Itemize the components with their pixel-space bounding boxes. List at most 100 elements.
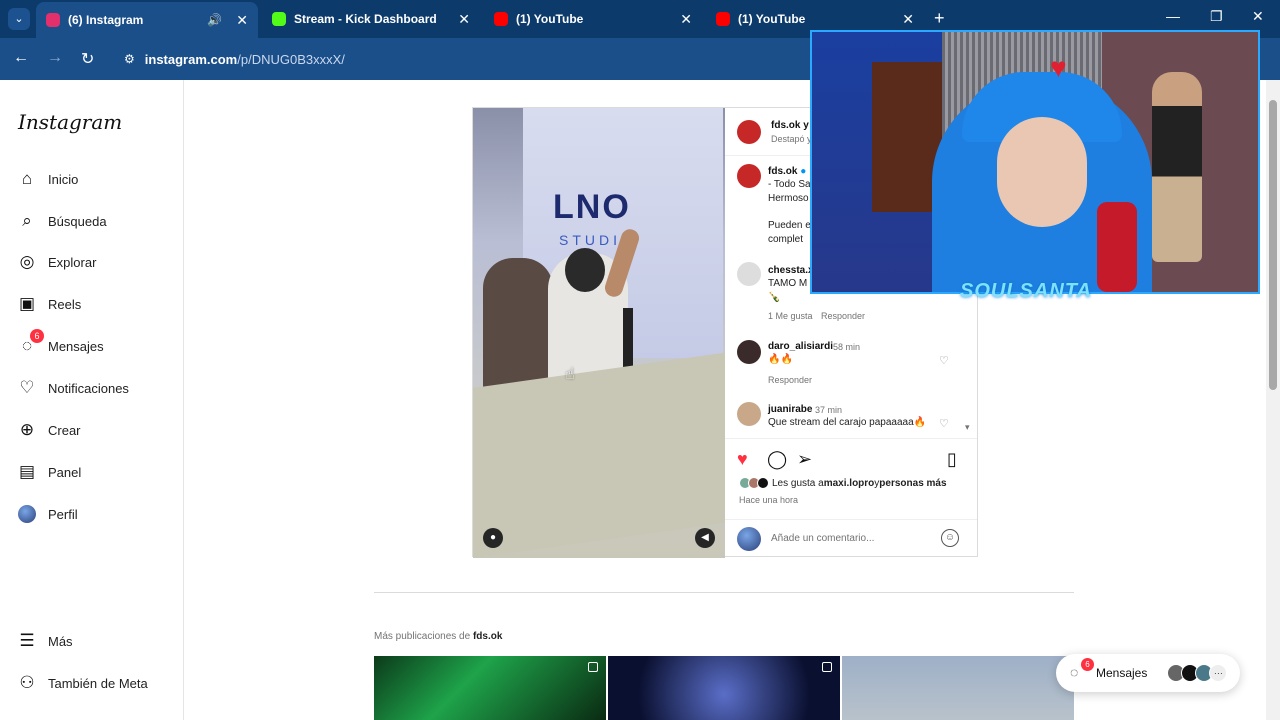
meta-icon: ⚇ (19, 673, 35, 692)
desk (473, 352, 725, 558)
sidebar-item-reels[interactable]: ▣ Reels (16, 293, 81, 315)
post-actions: ♥ ◯ ➢ ▯ Les gusta a maxi.lopro y persona… (725, 438, 977, 558)
caption-line: Pueden e (768, 220, 811, 231)
likes-user[interactable]: maxi.lopro (824, 478, 875, 489)
new-tab-icon[interactable]: + (934, 8, 945, 29)
comment-time: 58 min (833, 342, 861, 352)
avatar (757, 477, 769, 489)
post-thumbnail[interactable] (374, 656, 606, 720)
likes-more[interactable]: personas más (879, 478, 946, 489)
emoji-icon[interactable]: ☺ (941, 529, 959, 547)
post-thumbnail[interactable] (608, 656, 840, 720)
more-posts-label: Más publicaciones de fds.ok (374, 631, 502, 642)
minimize-icon[interactable]: — (1166, 8, 1180, 24)
avatar[interactable] (737, 120, 761, 144)
speaker-icon[interactable]: 🔊 (207, 13, 222, 27)
comment-input[interactable]: Añade un comentario... (771, 533, 874, 544)
youtube-favicon-icon (494, 12, 508, 26)
close-tab-icon[interactable]: ✕ (236, 12, 248, 29)
share-icon[interactable]: ➢ (797, 449, 812, 470)
sidebar-item-perfil[interactable]: Perfil (16, 503, 78, 525)
reload-icon[interactable]: ↻ (81, 49, 94, 69)
tab-title: Stream - Kick Dashboard (294, 12, 437, 26)
caption-line: - Todo Sa (768, 179, 811, 190)
post-header-subtitle: Destapó y (771, 134, 812, 144)
comment-likes[interactable]: 1 Me gusta (768, 311, 813, 321)
comment-icon[interactable]: ◯ (767, 449, 787, 470)
sidebar-item-busqueda[interactable]: ⌕ Búsqueda (16, 210, 106, 232)
like-comment-icon[interactable]: ♡ (939, 417, 949, 430)
close-tab-icon[interactable]: ✕ (902, 11, 914, 28)
caption-line: Hermoso (768, 193, 809, 204)
close-tab-icon[interactable]: ✕ (458, 11, 470, 28)
liked-heart-icon[interactable]: ♥ (737, 449, 748, 470)
post-video[interactable]: LNO STUDIO ☝ ● ◀ (473, 108, 725, 558)
post-author-name[interactable]: fds.ok y (771, 120, 809, 131)
maximize-icon[interactable]: ❐ (1210, 8, 1223, 25)
sidebar-item-meta[interactable]: ⚇ También de Meta (16, 672, 147, 694)
sidebar-item-panel[interactable]: ▤ Panel (16, 461, 81, 483)
tab-youtube-1[interactable]: (1) YouTube ✕ (484, 4, 702, 34)
plus-square-icon: ⊕ (19, 420, 35, 439)
comment-author[interactable]: daro_alisiardi (768, 341, 833, 352)
tab-title: (1) YouTube (516, 12, 584, 26)
site-info-icon[interactable]: ⚙ (124, 52, 135, 66)
forward-icon[interactable]: → (47, 49, 63, 67)
tagged-user-icon[interactable]: ● (483, 528, 503, 548)
tab-instagram[interactable]: (6) Instagram 🔊 ✕ (36, 2, 258, 38)
avatar[interactable] (737, 164, 761, 188)
reply-button[interactable]: Responder (768, 375, 812, 385)
reels-icon: ▣ (18, 294, 36, 313)
sidebar-item-label: Mensajes (48, 338, 104, 354)
compass-icon: ◎ (19, 252, 35, 271)
avatar[interactable] (737, 340, 761, 364)
post-thumbnail[interactable] (842, 656, 1074, 720)
sidebar-item-label: Perfil (48, 506, 78, 522)
close-window-icon[interactable]: ✕ (1252, 8, 1264, 25)
sidebar-item-crear[interactable]: ⊕ Crear (16, 419, 81, 441)
sidebar-item-mas[interactable]: ☰ Más (16, 630, 73, 652)
avatar-wrap (16, 503, 38, 525)
messenger-icon: ◌ 6 (1070, 658, 1094, 682)
sidebar-item-label: Más (48, 633, 73, 649)
tab-kick[interactable]: Stream - Kick Dashboard ✕ (262, 4, 480, 34)
instagram-sidebar: Instagram ⌂ Inicio ⌕ Búsqueda ◎ Explorar… (0, 80, 184, 720)
tab-title: (1) YouTube (738, 12, 806, 26)
sidebar-item-mensajes[interactable]: ◌ 6 Mensajes (16, 329, 104, 357)
sidebar-item-notificaciones[interactable]: ♡ Notificaciones (16, 377, 129, 399)
save-icon[interactable]: ▯ (947, 449, 957, 470)
close-tab-icon[interactable]: ✕ (680, 11, 692, 28)
post-time: Hace una hora (739, 495, 799, 505)
messages-pill[interactable]: ◌ 6 Mensajes ··· (1056, 654, 1240, 692)
back-icon[interactable]: ← (13, 49, 29, 67)
like-comment-icon[interactable]: ♡ (939, 354, 949, 367)
page-scrollbar[interactable] (1266, 80, 1280, 720)
comment-author[interactable]: juanirabe (768, 404, 812, 415)
likes-summary[interactable]: Les gusta a maxi.lopro y personas más (739, 477, 947, 489)
comment-emoji: 🍾 (768, 292, 781, 303)
url-path: /p/DNUG0B3xxxX/ (237, 51, 345, 67)
address-bar[interactable]: ⚙ instagram.com/p/DNUG0B3xxxX/ (112, 44, 812, 74)
avatar[interactable] (737, 402, 761, 426)
caption-line: complet (768, 234, 804, 245)
avatar[interactable] (737, 262, 761, 286)
scrollbar-thumb[interactable] (1269, 100, 1277, 390)
sidebar-item-explorar[interactable]: ◎ Explorar (16, 251, 97, 273)
avatar (737, 527, 761, 551)
scroll-down-icon[interactable]: ▾ (965, 422, 970, 433)
tab-search-button[interactable]: ⌄ (8, 8, 30, 30)
instagram-logo[interactable]: Instagram (18, 110, 122, 134)
sidebar-item-inicio[interactable]: ⌂ Inicio (16, 168, 79, 190)
more-posts-user[interactable]: fds.ok (473, 631, 502, 642)
caption-author[interactable]: fds.ok ● (768, 166, 806, 177)
comment-author[interactable]: chessta.x (768, 265, 814, 276)
reply-button[interactable]: Responder (821, 311, 865, 321)
tab-title: (6) Instagram (68, 13, 144, 27)
verified-badge-icon: ● (800, 166, 807, 177)
volume-icon[interactable]: ◀ (695, 528, 715, 548)
youtube-favicon-icon (716, 12, 730, 26)
sidebar-item-label: Notificaciones (48, 380, 129, 396)
comment-time: 37 min (815, 405, 843, 415)
messenger-icon: ◌ 6 (16, 329, 44, 357)
caption-author-name: fds.ok (768, 166, 798, 177)
